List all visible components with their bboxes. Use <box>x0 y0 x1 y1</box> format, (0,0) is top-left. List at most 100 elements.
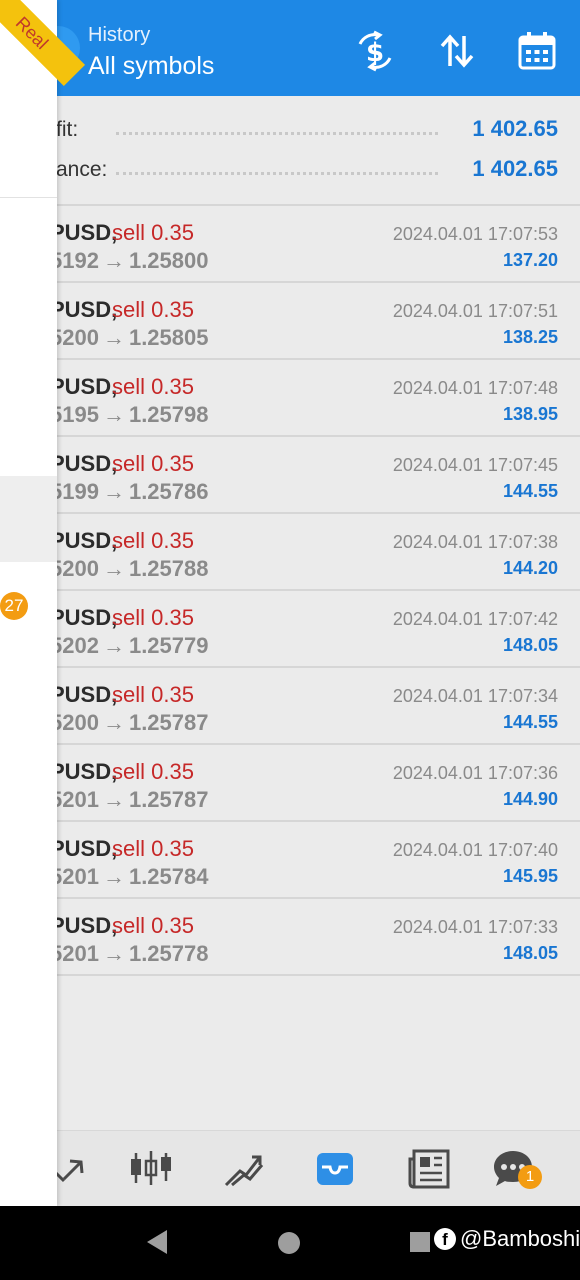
trade-prices: 5200 → 1.25805 <box>50 325 208 351</box>
close-price: 1.25784 <box>128 864 209 889</box>
trade-symbol: PUSD, <box>50 605 118 630</box>
arrow-right-icon: → <box>102 941 125 966</box>
trade-row[interactable]: PUSD, sell 0.35 5199 → 1.25786 2024.04.01 17:… <box>0 437 580 514</box>
trade-symbol: PUSD, <box>50 451 118 476</box>
drawer-divider <box>0 197 57 198</box>
facebook-icon: f <box>434 1228 456 1250</box>
recent-apps-icon[interactable] <box>410 1232 430 1252</box>
arrow-right-icon: → <box>102 710 125 735</box>
watermark: f @Bamboshi <box>434 1226 580 1252</box>
open-price: 5202 <box>50 633 99 658</box>
trade-profit: 148.05 <box>502 635 558 655</box>
trade-side: sell 0.35 <box>112 220 194 245</box>
arrow-right-icon: → <box>102 787 125 812</box>
balance-value: 1 402.65 <box>466 156 558 182</box>
trade-side: sell 0.35 <box>112 451 194 476</box>
open-price: 5201 <box>50 941 99 966</box>
close-price: 1.25786 <box>128 479 209 504</box>
trade-time: 2024.04.01 17:07:34 <box>392 686 558 706</box>
trade-prices: 5192 → 1.25800 <box>50 248 208 274</box>
calendar-icon[interactable] <box>516 30 558 72</box>
bottom-navigation <box>0 1130 580 1207</box>
trade-row[interactable]: PUSD, sell 0.35 5201 → 1.25778 2024.04.01 17:… <box>0 899 580 976</box>
trade-row[interactable]: PUSD, sell 0.35 5201 → 1.25787 2024.04.01 17:… <box>0 745 580 822</box>
trade-profit: 138.25 <box>502 327 558 347</box>
trade-profit: 144.20 <box>502 558 558 578</box>
trade-time: 2024.04.01 17:07:40 <box>392 840 558 860</box>
close-price: 1.25787 <box>128 710 209 735</box>
trade-time: 2024.04.01 17:07:48 <box>392 378 558 398</box>
open-price: 5200 <box>50 556 99 581</box>
arrow-right-icon: → <box>102 325 125 350</box>
trade-row[interactable]: PUSD, sell 0.35 5200 → 1.25805 2024.04.01 17:… <box>0 283 580 360</box>
trade-time: 2024.04.01 17:07:45 <box>392 455 558 475</box>
sort-icon[interactable] <box>436 30 478 72</box>
trade-time: 2024.04.01 17:07:42 <box>392 609 558 629</box>
trade-prices: 5195 → 1.25798 <box>50 402 208 428</box>
close-price: 1.25800 <box>128 248 209 273</box>
drawer-highlight <box>0 476 57 562</box>
close-price: 1.25798 <box>128 402 209 427</box>
trade-profit: 144.55 <box>502 481 558 501</box>
arrow-right-icon: → <box>102 479 125 504</box>
trade-row[interactable]: PUSD, sell 0.35 5201 → 1.25784 2024.04.01 17:… <box>0 822 580 899</box>
trade-time: 2024.04.01 17:07:53 <box>392 224 558 244</box>
trade-profit: 138.95 <box>502 404 558 424</box>
trade-side: sell 0.35 <box>112 297 194 322</box>
trade-prices: 5201 → 1.25784 <box>50 864 208 890</box>
open-price: 5199 <box>50 479 99 504</box>
trade-symbol: PUSD, <box>50 682 118 707</box>
trade-profit: 144.90 <box>502 789 558 809</box>
arrow-right-icon: → <box>102 248 125 273</box>
trade-row[interactable]: PUSD, sell 0.35 5192 → 1.25800 2024.04.01 17:… <box>0 204 580 283</box>
open-price: 5200 <box>50 325 99 350</box>
close-price: 1.25788 <box>128 556 209 581</box>
header-title[interactable]: All symbols <box>88 52 214 81</box>
balance-label: ance: <box>56 158 114 182</box>
news-icon[interactable] <box>406 1145 452 1191</box>
arrow-right-icon: → <box>102 556 125 581</box>
watermark-text: @Bamboshi <box>460 1226 580 1251</box>
open-price: 5200 <box>50 710 99 735</box>
close-price: 1.25778 <box>128 941 209 966</box>
close-price: 1.25787 <box>128 787 209 812</box>
close-price: 1.25779 <box>128 633 209 658</box>
dotted-leader <box>116 132 438 135</box>
trade-prices: 5201 → 1.25778 <box>50 941 208 967</box>
arrow-right-icon: → <box>102 633 125 658</box>
trade-symbol: PUSD, <box>50 528 118 553</box>
trade-row[interactable]: PUSD, sell 0.35 5202 → 1.25779 2024.04.01 17:… <box>0 591 580 668</box>
profit-row: fit: 1 402.65 <box>56 110 558 150</box>
trade-row[interactable]: PUSD, sell 0.35 5200 → 1.25787 2024.04.01 17:… <box>0 668 580 745</box>
side-drawer[interactable]: 27 <box>0 0 57 1206</box>
trade-side: sell 0.35 <box>112 759 194 784</box>
close-price: 1.25805 <box>128 325 209 350</box>
drawer-badge: 27 <box>0 592 28 620</box>
trade-time: 2024.04.01 17:07:51 <box>392 301 558 321</box>
trade-time: 2024.04.01 17:07:33 <box>392 917 558 937</box>
currency-exchange-icon[interactable]: $ <box>354 30 396 72</box>
trade-profit: 144.55 <box>502 712 558 732</box>
trade-row[interactable]: PUSD, sell 0.35 5195 → 1.25798 2024.04.01 17:… <box>0 360 580 437</box>
trade-side: sell 0.35 <box>112 374 194 399</box>
trade-row[interactable]: PUSD, sell 0.35 5200 → 1.25788 2024.04.01 17:… <box>0 514 580 591</box>
trend-chart-icon[interactable] <box>220 1145 266 1191</box>
system-navigation-bar: f @Bamboshi <box>0 1206 580 1280</box>
account-summary: fit: 1 402.65 ance: 1 402.65 <box>0 96 580 200</box>
candlestick-chart-icon[interactable] <box>128 1145 174 1191</box>
trade-symbol: PUSD, <box>50 913 118 938</box>
chat-badge: 1 <box>518 1165 542 1189</box>
trade-prices: 5200 → 1.25788 <box>50 556 208 582</box>
trade-side: sell 0.35 <box>112 913 194 938</box>
trade-side: sell 0.35 <box>112 528 194 553</box>
history-inbox-icon[interactable] <box>312 1145 358 1191</box>
trade-prices: 5202 → 1.25779 <box>50 633 208 659</box>
back-icon[interactable] <box>145 1228 169 1256</box>
trade-prices: 5200 → 1.25787 <box>50 710 208 736</box>
trade-side: sell 0.35 <box>112 836 194 861</box>
trade-profit: 148.05 <box>502 943 558 963</box>
trade-side: sell 0.35 <box>112 605 194 630</box>
home-icon[interactable] <box>278 1232 300 1254</box>
open-price: 5201 <box>50 787 99 812</box>
trade-history-list: PUSD, sell 0.35 5192 → 1.25800 2024.04.01 17:… <box>0 204 580 976</box>
